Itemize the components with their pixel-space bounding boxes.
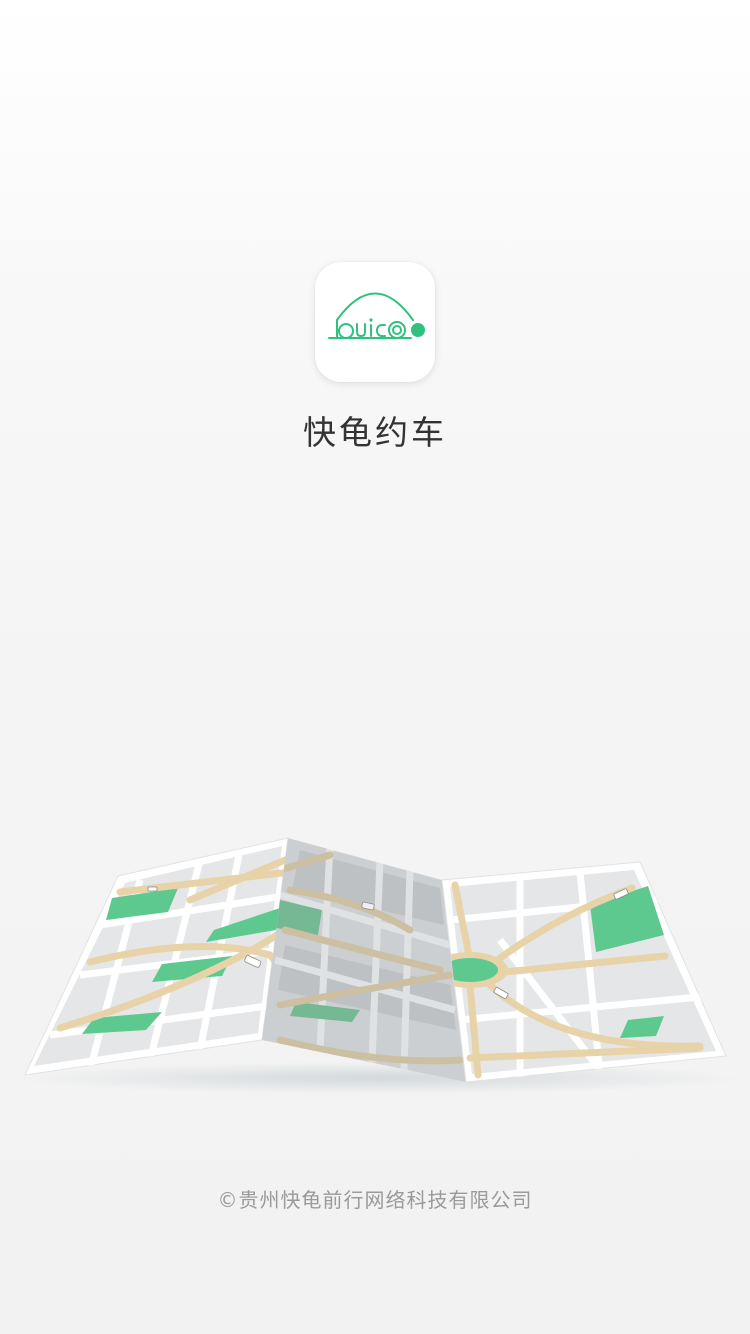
copyright-text: ©贵州快龟前行网络科技有限公司 (217, 1188, 533, 1212)
app-name: 快龟约车 (303, 413, 447, 452)
splash-screen: 快龟约车 ©贵州快龟前行网络科技有限公司 (0, 0, 750, 1334)
folded-map-illustration (20, 837, 740, 1094)
app-logo-icon (315, 262, 435, 382)
